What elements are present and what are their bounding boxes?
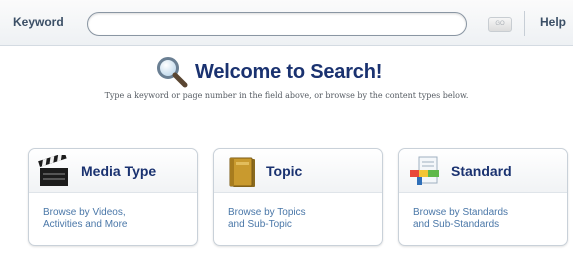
clapperboard-icon bbox=[38, 155, 68, 186]
card-description[interactable]: Browse by Standards and Sub-Standards bbox=[413, 207, 563, 231]
card-desc-line: Browse by Videos, bbox=[43, 207, 126, 218]
card-description[interactable]: Browse by Videos, Activities and More bbox=[43, 207, 193, 231]
card-title: Standard bbox=[451, 163, 512, 179]
book-icon bbox=[229, 157, 255, 187]
card-desc-line: Browse by Standards bbox=[413, 207, 509, 218]
toolbar-divider bbox=[524, 11, 525, 36]
topic-card[interactable]: Topic Browse by Topics and Sub-Topic bbox=[213, 148, 383, 246]
go-button[interactable]: GO bbox=[488, 17, 512, 32]
card-header: Topic bbox=[214, 149, 382, 193]
card-desc-line: and Sub-Standards bbox=[413, 219, 500, 230]
standards-document-icon bbox=[410, 156, 439, 185]
card-desc-line: Activities and More bbox=[43, 219, 128, 230]
keyword-search-input[interactable] bbox=[87, 12, 467, 36]
standard-card[interactable]: Standard Browse by Standards and Sub-Sta… bbox=[398, 148, 568, 246]
keyword-label: Keyword bbox=[13, 15, 64, 29]
card-desc-line: Browse by Topics bbox=[228, 207, 306, 218]
page-title: Welcome to Search! bbox=[195, 60, 383, 83]
card-desc-line: and Sub-Topic bbox=[228, 219, 292, 230]
help-link[interactable]: Help bbox=[540, 15, 566, 29]
media-type-card[interactable]: Media Type Browse by Videos, Activities … bbox=[28, 148, 198, 246]
card-description[interactable]: Browse by Topics and Sub-Topic bbox=[228, 207, 378, 231]
search-toolbar: Keyword GO Help bbox=[0, 0, 573, 46]
card-header: Standard bbox=[399, 149, 567, 193]
magnifying-glass-icon bbox=[157, 57, 188, 88]
welcome-subtitle: Type a keyword or page number in the fie… bbox=[104, 91, 469, 100]
card-header: Media Type bbox=[29, 149, 197, 193]
card-title: Media Type bbox=[81, 163, 157, 179]
card-title: Topic bbox=[266, 163, 303, 179]
welcome-heading: Welcome to Search! bbox=[155, 55, 382, 89]
